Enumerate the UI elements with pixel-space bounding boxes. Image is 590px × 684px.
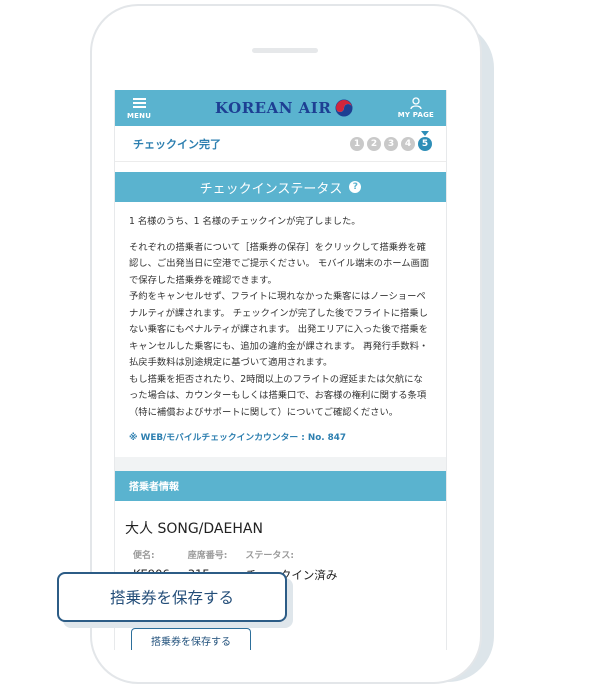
help-icon[interactable]: ? [349,181,362,193]
section-divider [115,456,446,471]
seat-label: 座席番号: [187,550,228,561]
checkin-progress: チェックイン完了 1 2 3 4 5 [115,126,446,162]
save-boarding-pass-button[interactable]: 搭乗券を保存する [131,628,251,650]
phone-speaker [252,48,318,53]
no-show-penalty-text: 予約をキャンセルせず、フライトに現れなかった乗客にはノーショーペナルティが課され… [129,291,429,368]
step-4: 4 [401,136,415,151]
checkin-counter-number: ※ WEB/モバイルチェックインカウンター : No. 847 [129,433,347,443]
progress-steps: 1 2 3 4 5 [350,130,432,151]
mobile-screen: MENU KOREAN AIR MY PAGE チェックイン完了 1 2 3 4… [114,90,447,650]
progress-title: チェックイン完了 [133,137,221,151]
my-page-label: MY PAGE [397,111,434,119]
boarding-pass-instructions: それぞれの搭乗者について［搭乗券の保存］をクリックして搭乗券を確認し、ご出発当日… [129,241,430,286]
menu-button[interactable]: MENU [127,96,151,120]
my-page-button[interactable]: MY PAGE [398,97,434,119]
checkin-summary: 1 名様のうち、1 名様のチェックインが完了しました。 [129,216,361,227]
hamburger-menu-icon [132,96,146,110]
checkin-info: 1 名様のうち、1 名様のチェックインが完了しました。 それぞれの搭乗者について… [115,202,446,447]
checkin-status-title: チェックインステータス [199,181,343,197]
logo-text: KOREAN AIR [215,99,332,117]
flight-label: 便名: [133,550,155,561]
passenger-rights-text: もし搭乗を拒否されたり、2時間以上のフライトの遅延または欠航になった場合は、カウ… [129,373,427,418]
menu-label: MENU [127,112,152,120]
user-icon [410,97,422,109]
checkin-status-header: チェックインステータス ? [115,172,446,202]
korean-air-logo[interactable]: KOREAN AIR [215,99,353,117]
step-2: 2 [367,136,381,151]
passenger-name: 大人 SONG/DAEHAN [125,520,263,537]
step-5-active: 5 [418,130,432,151]
passenger-info-header: 搭乗者情報 [115,470,446,501]
step-3: 3 [384,136,398,151]
status-label: ステータス: [245,550,294,561]
step-1: 1 [350,136,364,151]
taegeuk-logo-icon [335,99,353,117]
app-header: MENU KOREAN AIR MY PAGE [115,90,446,126]
save-boarding-pass-callout-button[interactable]: 搭乗券を保存する [57,572,287,622]
